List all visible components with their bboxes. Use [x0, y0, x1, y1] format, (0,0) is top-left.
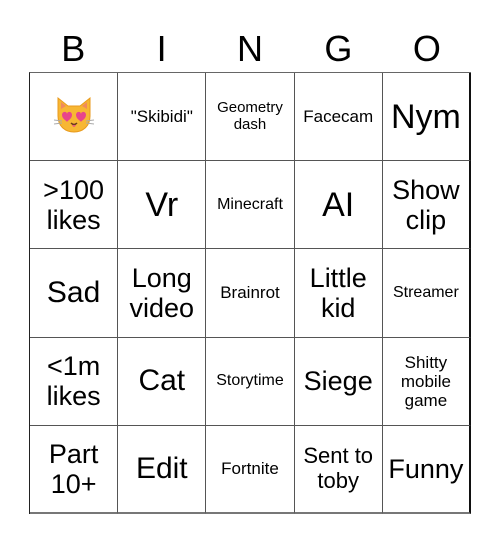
bingo-cell[interactable]: "Skibidi" [118, 73, 207, 162]
bingo-cell[interactable]: Shitty mobile game [382, 337, 471, 426]
bingo-cell[interactable]: Storytime [206, 337, 295, 426]
bingo-cell[interactable]: Streamer [382, 249, 471, 338]
cell-label: Shitty mobile game [400, 352, 451, 410]
smiling-cat-heart-eyes-icon [52, 94, 96, 139]
header-letter-b: B [61, 28, 86, 69]
bingo-cell[interactable] [30, 73, 119, 162]
cell-label: Funny [388, 453, 464, 484]
bingo-cell[interactable]: Part 10+ [30, 425, 119, 514]
bingo-cell[interactable]: Edit [118, 425, 207, 514]
bingo-cell[interactable]: AI [294, 161, 383, 250]
bingo-cell[interactable]: Brainrot [206, 249, 295, 338]
header-letter-g: G [324, 28, 353, 69]
cell-label: "Skibidi" [130, 107, 193, 127]
bingo-cell[interactable]: <1m likes [30, 337, 119, 426]
cell-label: Streamer [392, 284, 459, 302]
bingo-cell[interactable]: Nym [382, 73, 471, 162]
cell-label: >100 likes [43, 174, 104, 235]
cell-label: <1m likes [46, 350, 101, 412]
cell-label: Little kid [309, 262, 367, 323]
cell-label: Siege [303, 366, 373, 397]
cell-label: AI [322, 185, 355, 224]
bingo-cell[interactable]: Little kid [294, 249, 383, 338]
bingo-cell[interactable]: >100 likes [30, 161, 119, 250]
cell-label: Minecraft [217, 195, 283, 213]
cell-label: Part 10+ [48, 438, 99, 499]
cell-label: Geometry dash [217, 98, 283, 133]
cell-label: Cat [138, 364, 186, 398]
cell-label: Sent to toby [303, 443, 374, 493]
bingo-cell[interactable]: Facecam [294, 73, 383, 162]
bingo-cell[interactable]: Cat [118, 337, 207, 426]
bingo-cell[interactable]: Minecraft [206, 161, 295, 250]
header-letter-o: O [412, 28, 441, 69]
bingo-cell[interactable]: Fortnite [206, 425, 295, 514]
cell-label: Fortnite [221, 459, 279, 479]
cell-label: Edit [135, 452, 188, 486]
cell-label: Facecam [303, 107, 374, 127]
cell-label: Sad [46, 276, 101, 310]
bingo-cell[interactable]: Sad [30, 249, 119, 338]
bingo-cell[interactable]: Vr [118, 161, 207, 250]
bingo-cell[interactable]: Funny [382, 425, 471, 514]
cell-label: Nym [390, 97, 461, 136]
bingo-cell[interactable]: Sent to toby [294, 425, 383, 514]
cell-label: Brainrot [220, 283, 280, 303]
cell-label: Vr [145, 185, 179, 224]
cell-label: Storytime [216, 372, 284, 390]
bingo-cell[interactable]: Siege [294, 337, 383, 426]
header-letter-n: N [237, 28, 264, 69]
bingo-cell[interactable]: Show clip [382, 161, 471, 250]
cell-label: Long video [129, 262, 195, 323]
header-letter-i: I [156, 28, 167, 69]
bingo-cell[interactable]: Long video [118, 249, 207, 338]
bingo-grid: "Skibidi" Geometry dash Facecam Nym >100… [29, 72, 471, 514]
cell-label: Show clip [392, 174, 460, 235]
bingo-cell[interactable]: Geometry dash [206, 73, 295, 162]
bingo-header: B I N G O [29, 26, 471, 72]
